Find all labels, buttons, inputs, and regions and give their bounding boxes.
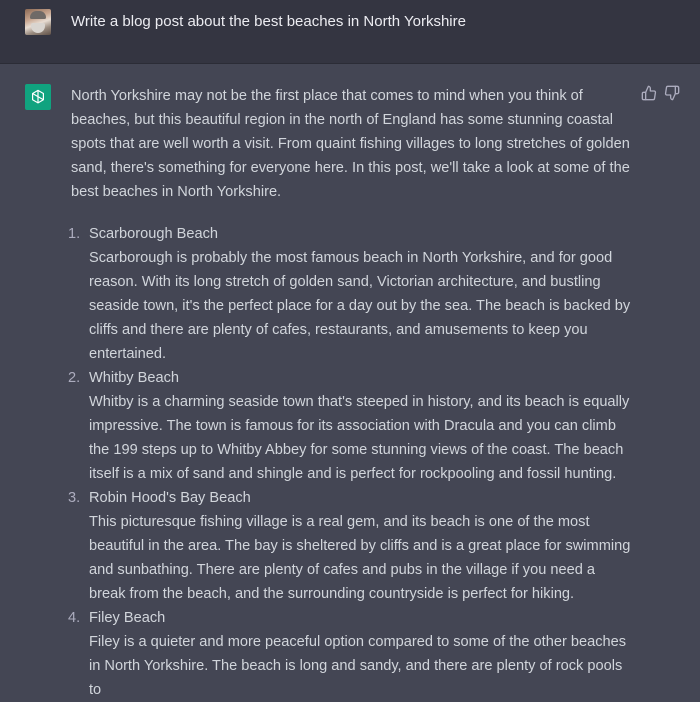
list-item: 1. Scarborough Beach Scarborough is prob… (68, 222, 633, 366)
list-item-body: Whitby is a charming seaside town that's… (89, 394, 630, 482)
list-item: 2. Whitby Beach Whitby is a charming sea… (68, 366, 633, 486)
user-avatar (25, 9, 51, 35)
list-item: 4. Filey Beach Filey is a quieter and mo… (68, 606, 633, 702)
user-message-text: Write a blog post about the best beaches… (71, 13, 466, 30)
list-item-title: Scarborough Beach (89, 226, 218, 242)
list-item-title: Whitby Beach (89, 370, 180, 386)
user-message-row: Write a blog post about the best beaches… (0, 0, 700, 64)
openai-logo-icon (25, 84, 51, 110)
assistant-message-row: North Yorkshire may not be the first pla… (0, 64, 700, 698)
thumbs-up-icon[interactable] (641, 85, 657, 101)
list-item-number: 2. (68, 370, 81, 386)
list-item-title: Robin Hood's Bay Beach (89, 490, 251, 506)
list-item-number: 4. (68, 610, 81, 626)
list-item-body: This picturesque fishing village is a re… (89, 514, 631, 602)
list-item: 3. Robin Hood's Bay Beach This picturesq… (68, 486, 633, 606)
list-item-title: Filey Beach (89, 610, 166, 626)
list-item-number: 3. (68, 490, 81, 506)
assistant-message-content: North Yorkshire may not be the first pla… (68, 84, 633, 702)
list-item-number: 1. (68, 226, 81, 242)
thumbs-down-icon[interactable] (664, 85, 680, 101)
list-item-body: Scarborough is probably the most famous … (89, 250, 631, 362)
intro-paragraph: North Yorkshire may not be the first pla… (71, 88, 630, 200)
beach-list: 1. Scarborough Beach Scarborough is prob… (68, 222, 633, 702)
list-item-body: Filey is a quieter and more peaceful opt… (89, 634, 627, 698)
